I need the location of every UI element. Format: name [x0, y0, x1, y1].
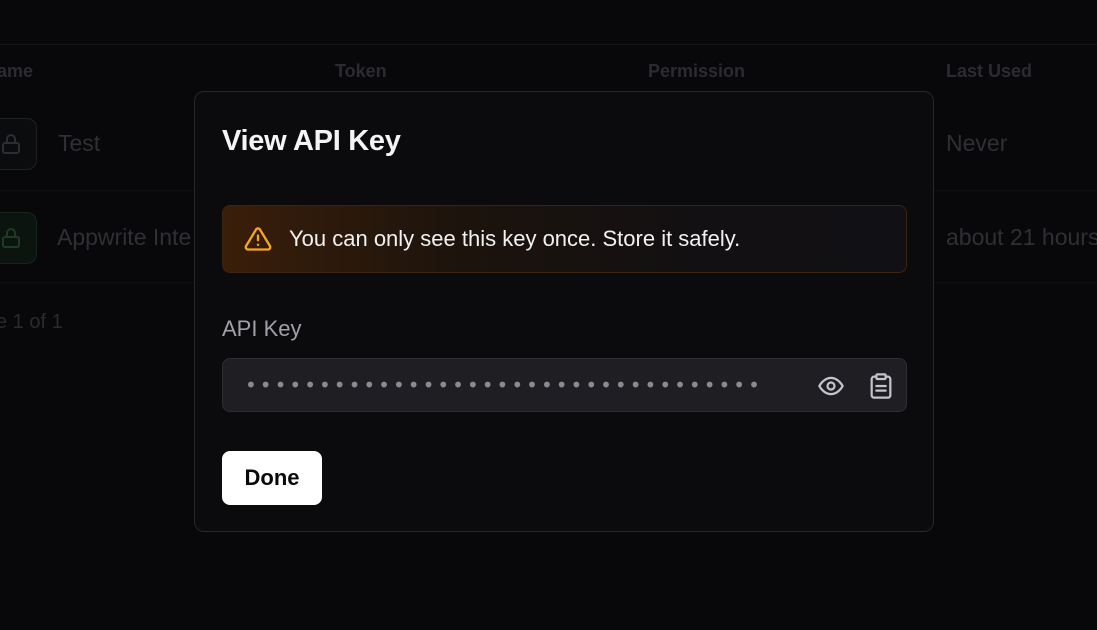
lock-icon	[2, 228, 20, 248]
clipboard-icon[interactable]	[867, 372, 895, 400]
table-row-name[interactable]: Appwrite Inte	[57, 224, 191, 251]
warning-triangle-icon	[243, 224, 273, 254]
api-key-masked-value[interactable]: ••••••••••••••••••••••••••••••••••••	[245, 373, 765, 397]
api-key-label: API Key	[222, 316, 302, 341]
alert-message: You can only see this key once. Store it…	[289, 226, 741, 251]
column-header-permission: Permission	[648, 61, 746, 81]
api-key-field[interactable]: ••••••••••••••••••••••••••••••••••••	[222, 358, 907, 412]
table-row-last-used: Never	[946, 130, 1008, 156]
table-row-last-used: about 21 hours	[946, 224, 1097, 250]
eye-icon[interactable]	[817, 372, 845, 400]
modal-title: View API Key	[222, 125, 401, 157]
warning-alert: You can only see this key once. Store it…	[222, 205, 907, 273]
pagination-label: e 1 of 1	[0, 311, 63, 333]
column-header-token: Token	[335, 61, 387, 81]
table-row-lock-icon	[0, 118, 37, 170]
lock-icon	[2, 134, 20, 154]
column-header-name: ame	[0, 61, 34, 81]
table-row-lock-icon	[0, 212, 37, 264]
page: ame Token Permission Last Used Test Neve…	[0, 0, 1097, 630]
done-button[interactable]: Done	[222, 451, 322, 505]
view-api-key-modal: View API Key You can only see this key o…	[194, 91, 934, 532]
reveal-key-button[interactable]	[816, 371, 846, 401]
table-row-name[interactable]: Test	[58, 130, 100, 157]
copy-key-button[interactable]	[866, 371, 896, 401]
column-header-last-used: Last Used	[946, 61, 1033, 81]
